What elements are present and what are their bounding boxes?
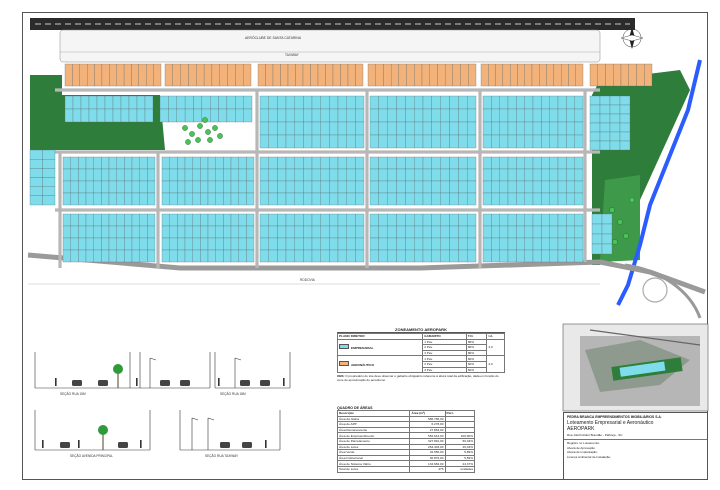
project-name: AEROPARK (567, 426, 595, 432)
field-licenca: Licença Ambiental de Instalação: (567, 454, 611, 459)
site-plan-sheet: AERÓCLUBE DE SANTA CATARINA TAXIWAY RODO… (0, 0, 720, 490)
company-name: PEDRA BRANCA EMPREENDIMENTOS IMOBILIÁRIO… (567, 415, 662, 419)
title-block: PEDRA BRANCA EMPREENDIMENTOS IMOBILIÁRIO… (563, 412, 708, 480)
project-location: Rua Jofeth Aldori Brandão - Palhoça - SC (567, 433, 623, 437)
